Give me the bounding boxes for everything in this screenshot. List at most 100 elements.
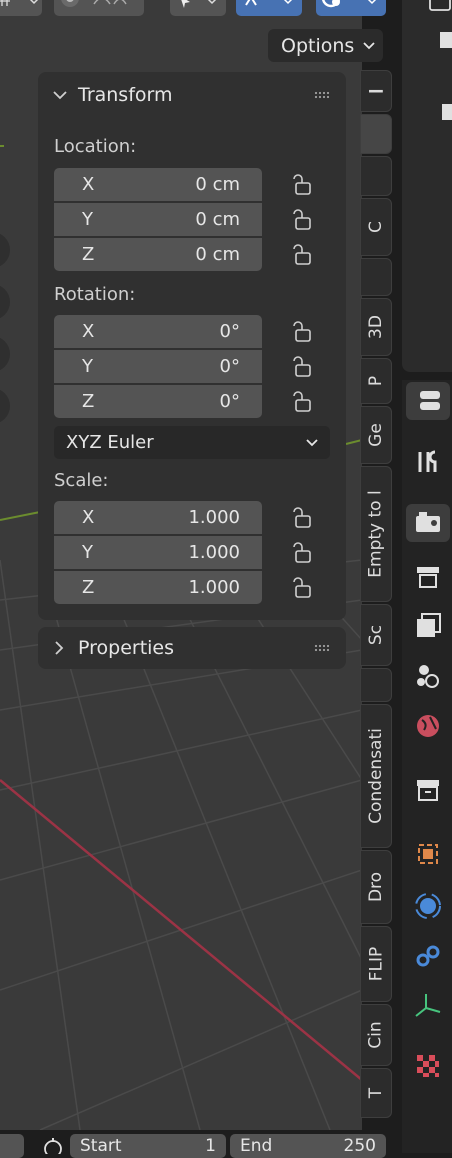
tool-tab[interactable]	[406, 382, 450, 420]
field-value: 0 cm	[195, 209, 240, 230]
tab-label: Dro	[366, 871, 387, 903]
field-value: 0°	[219, 321, 240, 342]
pivot-button[interactable]	[170, 0, 226, 16]
location-y-field[interactable]: Y 0 cm	[54, 203, 262, 236]
scrollbar-handle[interactable]	[440, 32, 452, 48]
axis-label: Z	[82, 391, 95, 412]
timeline-mode-button[interactable]	[0, 1134, 24, 1158]
stopwatch-icon[interactable]	[42, 1138, 64, 1154]
frame-end-field[interactable]: End 250	[230, 1134, 386, 1158]
cursor-icon	[181, 0, 217, 8]
lock-icon[interactable]	[292, 243, 320, 267]
proportional-edit-button[interactable]	[54, 0, 144, 16]
view-layer-icon[interactable]	[414, 612, 442, 640]
axis-label: X	[82, 174, 95, 195]
rotation-mode-select[interactable]: XYZ Euler	[54, 426, 330, 459]
chevron-down-icon	[53, 91, 67, 100]
scrollbar-handle[interactable]	[442, 104, 452, 120]
scale-z-field[interactable]: Z 1.000	[54, 571, 262, 604]
tab-item[interactable]: C	[360, 198, 392, 256]
timeline-header: Start 1 End 250	[0, 1132, 395, 1158]
tab-item[interactable]: Sc	[360, 604, 392, 666]
lock-icon[interactable]	[292, 208, 320, 232]
lock-icon[interactable]	[292, 576, 320, 600]
tab-item[interactable]: Empty to l	[360, 466, 392, 602]
field-value: 1.000	[188, 542, 240, 563]
constraints-icon[interactable]	[414, 942, 442, 970]
lock-icon[interactable]	[292, 355, 320, 379]
lock-icon[interactable]	[292, 541, 320, 565]
physics-icon[interactable]	[414, 892, 442, 920]
tab-item[interactable]: Dro	[360, 850, 392, 924]
tab-item[interactable]: −	[360, 70, 392, 112]
drag-handle-icon[interactable]	[314, 91, 330, 99]
drag-handle-icon[interactable]	[314, 644, 330, 652]
rotation-z-field[interactable]: Z 0°	[54, 385, 262, 418]
lock-icon[interactable]	[292, 320, 320, 344]
proportional-edit-icon	[61, 0, 127, 7]
axis-label: Y	[82, 209, 93, 230]
axis-label: Z	[82, 244, 95, 265]
tab-item[interactable]	[360, 258, 392, 296]
options-label: Options	[281, 34, 355, 57]
overlay-toggle-button[interactable]	[316, 0, 386, 16]
properties-tabs	[402, 380, 452, 1153]
axis-label: X	[82, 321, 95, 342]
tab-label: 3D	[366, 315, 386, 339]
tab-item[interactable]: P	[360, 358, 392, 404]
lock-icon[interactable]	[292, 390, 320, 414]
tool-icon	[420, 391, 440, 410]
lock-icon[interactable]	[292, 173, 320, 197]
outliner-area	[402, 0, 452, 372]
options-dropdown[interactable]: Options	[268, 29, 383, 62]
texture-icon[interactable]	[414, 1052, 442, 1080]
tab-item[interactable]: FLIP	[360, 926, 392, 1002]
tab-item[interactable]	[360, 114, 392, 154]
object-data-icon[interactable]	[414, 992, 442, 1020]
lock-icon[interactable]	[292, 506, 320, 530]
tab-label: Cin	[366, 1021, 386, 1049]
rotation-label: Rotation:	[54, 284, 136, 305]
scale-label: Scale:	[54, 470, 109, 491]
tab-label: C	[366, 221, 386, 233]
tab-item[interactable]: Ge	[360, 406, 392, 464]
tab-item[interactable]: T	[360, 1068, 392, 1118]
tab-minus-label: −	[366, 78, 386, 104]
outliner-filter-icon[interactable]	[428, 0, 452, 16]
scene-icon[interactable]	[414, 662, 442, 690]
scale-x-field[interactable]: X 1.000	[54, 501, 262, 534]
rotation-x-field[interactable]: X 0°	[54, 315, 262, 348]
transform-header[interactable]: Transform	[38, 74, 346, 116]
render-tab[interactable]	[406, 504, 450, 542]
tab-item[interactable]	[360, 668, 392, 702]
location-x-field[interactable]: X 0 cm	[54, 168, 262, 201]
tab-item[interactable]	[360, 156, 392, 196]
chevron-down-icon	[306, 438, 318, 446]
render-icon	[416, 512, 440, 532]
tool-settings-icon[interactable]	[414, 448, 442, 476]
collection-icon[interactable]	[414, 776, 442, 804]
object-icon[interactable]	[414, 840, 442, 868]
select-mode-button[interactable]	[0, 0, 42, 16]
tab-label: T	[365, 1087, 386, 1099]
tab-item[interactable]: Condensati	[360, 704, 392, 848]
start-value: 1	[205, 1136, 216, 1156]
tab-item[interactable]: 3D	[360, 298, 392, 356]
world-icon[interactable]	[414, 712, 442, 740]
scale-y-field[interactable]: Y 1.000	[54, 536, 262, 569]
gizmo-toggle-button[interactable]	[236, 0, 302, 16]
rotation-y-field[interactable]: Y 0°	[54, 350, 262, 383]
axis-label: Z	[82, 577, 95, 598]
location-z-field[interactable]: Z 0 cm	[54, 238, 262, 271]
properties-header[interactable]: Properties	[38, 627, 346, 669]
transform-title: Transform	[78, 84, 173, 106]
output-icon[interactable]	[414, 564, 442, 592]
properties-panel: Properties	[38, 627, 346, 669]
sidebar-panel: Transform Location: X 0 cm Y 0 cm Z 0 cm Ro…	[38, 72, 348, 669]
properties-title: Properties	[78, 637, 175, 659]
frame-start-field[interactable]: Start 1	[70, 1134, 226, 1158]
transform-panel: Transform Location: X 0 cm Y 0 cm Z 0 cm Ro…	[38, 72, 346, 620]
axis-label: X	[82, 507, 95, 528]
tab-item[interactable]: Cin	[360, 1004, 392, 1066]
location-label: Location:	[54, 136, 137, 157]
